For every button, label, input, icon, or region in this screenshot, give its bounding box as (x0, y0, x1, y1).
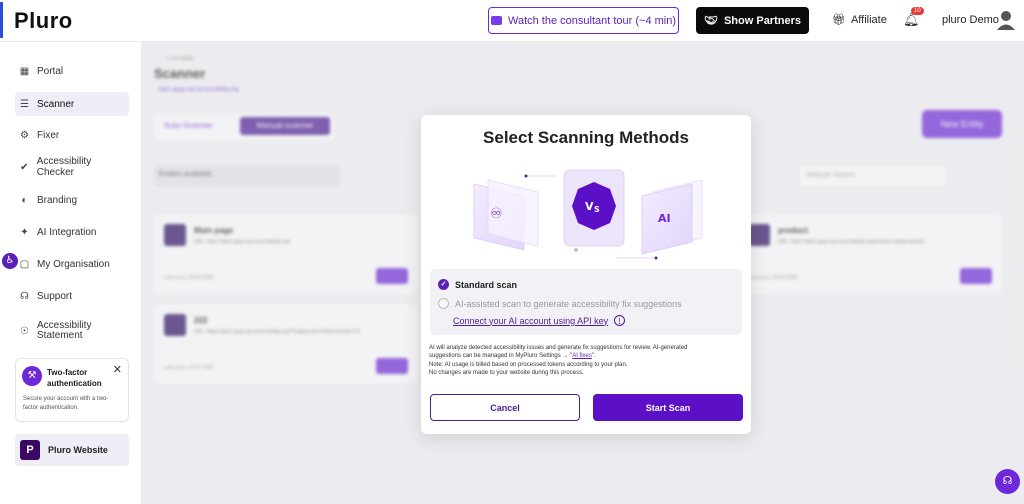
sidebar-item-accessibility-statement[interactable]: ☉ Accessibility Statement (15, 318, 129, 344)
modal-title: Select Scanning Methods (483, 128, 689, 147)
ai-icon: ✦ (20, 226, 29, 238)
scan-options: ✓ Standard scan AI-assisted scan to gene… (430, 269, 742, 335)
sidebar-item-branding[interactable]: ◐ Branding (15, 188, 129, 212)
palette-icon: ◐ (21, 194, 28, 206)
headset-icon: ☊ (20, 290, 29, 302)
ai-fixes-link[interactable]: AI fixes (572, 353, 592, 359)
top-header: Pluro Watch the consultant tour (~4 min)… (0, 0, 1024, 42)
sidebar-item-accessibility-checker[interactable]: ✔ Accessibility Checker (15, 155, 129, 179)
pluro-logo[interactable]: Pluro (0, 2, 73, 38)
cancel-button[interactable]: Cancel (430, 394, 580, 421)
pluro-p-icon: P (20, 440, 40, 460)
sidebar-item-fixer[interactable]: ⚙ Fixer (15, 123, 129, 147)
notification-badge: 10 (911, 7, 924, 15)
sidebar-item-ai-integration[interactable]: ✦ AI Integration (15, 220, 129, 244)
handshake-icon: 🤝︎ (704, 15, 718, 27)
option-ai-assisted-scan[interactable]: AI-assisted scan to generate accessibili… (438, 298, 682, 309)
pluro-website-button[interactable]: P Pluro Website (15, 434, 129, 466)
briefcase-icon: ▢ (19, 258, 30, 270)
unchecked-radio-icon[interactable] (438, 298, 449, 309)
grid-icon: ▦ (19, 65, 30, 77)
svg-text:♾: ♾ (490, 206, 503, 222)
start-scan-button[interactable]: Start Scan (593, 394, 743, 421)
two-factor-text: Secure your account with a two-factor au… (23, 396, 109, 411)
checked-radio-icon[interactable]: ✓ (438, 279, 449, 290)
watch-tour-button[interactable]: Watch the consultant tour (~4 min) (488, 7, 679, 34)
svg-text:AI: AI (658, 212, 671, 225)
sidebar-item-support[interactable]: ☊ Support (15, 284, 129, 308)
checker-icon: ✔ (20, 161, 29, 173)
accessibility-icon: ☉ (20, 325, 29, 337)
sidebar-item-scanner[interactable]: ☰ Scanner (15, 92, 129, 116)
gift-icon: 🎁︎ (832, 14, 846, 26)
two-factor-title: Two-factor authentication (47, 368, 102, 388)
sidebar-item-portal[interactable]: ▦ Portal (15, 59, 129, 83)
two-factor-card: ⚒ Two-factor authentication ✕ Secure you… (15, 358, 129, 422)
option-standard-scan[interactable]: ✓ Standard scan (438, 279, 517, 290)
wrench-icon: ⚒ (22, 366, 42, 386)
select-scanning-methods-modal: Select Scanning Methods ♾ V S AI ✓ Stand… (421, 115, 751, 434)
logo-mark (0, 2, 3, 38)
gear-icon: ⚙ (20, 129, 29, 141)
accessibility-widget-icon[interactable]: ♿︎ (2, 253, 18, 269)
connect-ai-account-link[interactable]: Connect your AI account using API key i (453, 315, 626, 326)
notifications-bell[interactable]: 🔔︎ 10 (903, 7, 924, 28)
affiliate-link[interactable]: 🎁︎ Affiliate (832, 13, 887, 27)
show-partners-button[interactable]: 🤝︎ Show Partners (696, 7, 809, 34)
sidebar-item-my-organisation[interactable]: ▢ My Organisation (15, 252, 129, 276)
scan-illustration: ♾ V S AI (473, 169, 703, 260)
svg-text:S: S (594, 205, 600, 214)
user-avatar-icon[interactable] (996, 9, 1016, 31)
scan-icon: ☰ (20, 98, 29, 110)
video-icon (490, 16, 502, 25)
svg-text:V: V (585, 200, 594, 213)
close-icon[interactable]: ✕ (113, 363, 122, 376)
sidebar: ▦ Portal ☰ Scanner ⚙ Fixer ✔ Accessibili… (0, 42, 142, 504)
info-icon[interactable]: i (614, 315, 626, 326)
help-chat-icon[interactable]: ☊ (995, 469, 1020, 494)
ai-usage-note: AI will analyze detected accessibility i… (429, 345, 688, 376)
user-name[interactable]: pluro Demo (942, 14, 999, 26)
